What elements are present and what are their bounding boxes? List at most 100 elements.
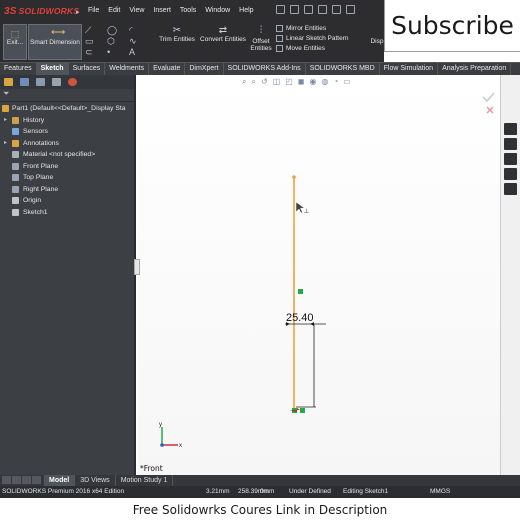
convert-entities-button[interactable]: ⇄ Convert Entities xyxy=(198,24,248,60)
tab-analysis-preparation[interactable]: Analysis Preparation xyxy=(438,63,512,75)
print-icon[interactable] xyxy=(318,5,327,14)
sketch-canvas[interactable]: 25.40 ⟂ y x xyxy=(138,75,500,475)
hide-show-icon[interactable]: ◉ xyxy=(309,77,316,87)
tree-item-icon xyxy=(12,174,19,181)
previous-view-icon[interactable]: ↺ xyxy=(261,77,268,87)
solidworks-logo[interactable]: 3S SOLIDWORKS xyxy=(4,5,79,17)
ds-logo-mark: 3S xyxy=(4,5,17,17)
menu-file[interactable]: File xyxy=(88,7,99,14)
linear-pattern-button[interactable]: Linear Sketch Pattern xyxy=(276,35,349,42)
offset-entities-button[interactable]: ⫶ Offset Entities xyxy=(250,24,272,60)
tab-flow-simulation[interactable]: Flow Simulation xyxy=(380,63,439,75)
menu-view[interactable]: View xyxy=(129,7,144,14)
trim-entities-button[interactable]: ✂ Trim Entities xyxy=(158,24,196,60)
slot-icon[interactable]: ⊂ xyxy=(85,47,93,58)
display-button[interactable]: Disp xyxy=(370,24,384,60)
tree-item-label: Annotations xyxy=(23,139,59,147)
tab-model[interactable]: Model xyxy=(44,475,76,486)
appearance-icon[interactable]: ◍ xyxy=(321,77,328,87)
status-editing[interactable]: Editing Sketch1 xyxy=(343,486,388,498)
design-library-icon[interactable] xyxy=(504,138,517,150)
tree-item-top[interactable]: Top Plane xyxy=(0,172,134,184)
tab-solidworks-add-ins[interactable]: SOLIDWORKS Add-Ins xyxy=(224,63,306,75)
zoom-to-fit-icon[interactable]: ⌕ xyxy=(242,77,246,87)
undo-icon[interactable] xyxy=(332,5,341,14)
tab-3d-views[interactable]: 3D Views xyxy=(75,475,116,486)
status-x-coordinate: 3.21mm xyxy=(206,488,230,495)
property-manager-icon[interactable] xyxy=(20,78,29,86)
tree-item-sensors[interactable]: Sensors xyxy=(0,126,134,138)
arc-icon[interactable]: ◜ xyxy=(129,25,133,36)
tab-weldments[interactable]: Weldments xyxy=(105,63,150,75)
view-palette-icon[interactable] xyxy=(504,168,517,180)
menu-help[interactable]: Help xyxy=(239,7,253,14)
tree-root-part[interactable]: Part1 (Default<<Default>_Display Sta xyxy=(0,103,134,115)
status-z-coordinate: 0mm xyxy=(260,488,275,495)
dimxpert-manager-icon[interactable] xyxy=(52,78,61,86)
exit-sketch-label: Exit... xyxy=(6,39,24,47)
smart-dimension-icon: ⟷ xyxy=(51,27,66,38)
open-icon[interactable] xyxy=(290,5,299,14)
text-icon[interactable]: A xyxy=(129,47,135,57)
display-manager-icon[interactable] xyxy=(68,78,77,86)
new-document-icon[interactable] xyxy=(276,5,285,14)
smart-dimension-label: Smart Dimension xyxy=(30,39,80,46)
tree-item-front[interactable]: Front Plane xyxy=(0,161,134,173)
expand-arrow-icon[interactable]: ▸ xyxy=(4,138,7,150)
graphics-area[interactable]: 25.40 ⟂ y x xyxy=(138,75,500,475)
next-tab-icon[interactable] xyxy=(22,476,31,484)
view-settings-icon[interactable]: ▭ xyxy=(343,77,351,87)
display-style-icon[interactable]: ◼ xyxy=(298,77,305,87)
file-explorer-icon[interactable] xyxy=(504,153,517,165)
tree-item-icon xyxy=(12,128,19,135)
tab-evaluate[interactable]: Evaluate xyxy=(149,63,186,75)
tree-item-material[interactable]: Material <not specified> xyxy=(0,149,134,161)
tab-solidworks-mbd[interactable]: SOLIDWORKS MBD xyxy=(306,63,380,75)
view-orientation-label: *Front xyxy=(140,464,163,473)
exit-sketch-button[interactable]: ⬚ Exit... xyxy=(3,24,27,60)
configuration-manager-icon[interactable] xyxy=(36,78,45,86)
appearances-icon[interactable] xyxy=(504,183,517,195)
prev-tab-icon[interactable] xyxy=(12,476,21,484)
line-icon[interactable]: ⟋ xyxy=(85,25,91,36)
status-units[interactable]: MMGS xyxy=(430,486,450,498)
tab-dimxpert[interactable]: DimXpert xyxy=(185,63,224,75)
view-orientation-icon[interactable]: ◰ xyxy=(285,77,293,87)
menu-edit[interactable]: Edit xyxy=(108,7,120,14)
solidworks-resources-icon[interactable] xyxy=(504,123,517,135)
tree-item-annotations[interactable]: ▸ Annotations xyxy=(0,138,134,150)
feature-tree-icon[interactable] xyxy=(4,78,13,86)
rectangle-icon[interactable]: ▭ xyxy=(85,36,94,47)
dimension-value[interactable]: 25.40 xyxy=(286,312,314,324)
section-view-icon[interactable]: ◫ xyxy=(273,77,281,87)
tree-item-history[interactable]: ▸ History xyxy=(0,115,134,127)
tab-motion-study-1[interactable]: Motion Study 1 xyxy=(116,475,174,486)
select-icon[interactable] xyxy=(346,5,355,14)
circle-icon[interactable]: ◯ xyxy=(107,25,117,36)
smart-dimension-button[interactable]: ⟷ Smart Dimension xyxy=(28,24,82,60)
tab-sketch[interactable]: Sketch xyxy=(36,63,69,75)
zoom-area-icon[interactable]: ⌕ xyxy=(251,77,255,87)
tree-item-origin[interactable]: Origin xyxy=(0,195,134,207)
save-icon[interactable] xyxy=(304,5,313,14)
last-tab-icon[interactable] xyxy=(32,476,41,484)
tree-item-sketch1[interactable]: Sketch1 xyxy=(0,207,134,219)
menu-tools[interactable]: Tools xyxy=(180,7,196,14)
scene-icon[interactable]: ◔ xyxy=(333,77,338,87)
polygon-icon[interactable]: ⬡ xyxy=(107,36,115,47)
menu-window[interactable]: Window xyxy=(205,7,230,14)
tab-surfaces[interactable]: Surfaces xyxy=(69,63,106,75)
mirror-entities-button[interactable]: Mirror Entities xyxy=(276,25,349,32)
task-pane xyxy=(500,75,520,475)
spline-icon[interactable]: ∿ xyxy=(129,36,137,47)
move-entities-button[interactable]: Move Entities xyxy=(276,45,349,52)
tree-item-right[interactable]: Right Plane xyxy=(0,184,134,196)
menu-insert[interactable]: Insert xyxy=(153,7,171,14)
point-icon[interactable]: • xyxy=(107,47,110,57)
tab-features[interactable]: Features xyxy=(0,63,37,75)
chevron-right-icon[interactable]: ▸ xyxy=(76,8,80,16)
filter-icon[interactable]: ⏷ xyxy=(0,89,134,102)
first-tab-icon[interactable] xyxy=(2,476,11,484)
expand-arrow-icon[interactable]: ▸ xyxy=(4,115,7,127)
panel-splitter-handle[interactable] xyxy=(134,259,140,275)
